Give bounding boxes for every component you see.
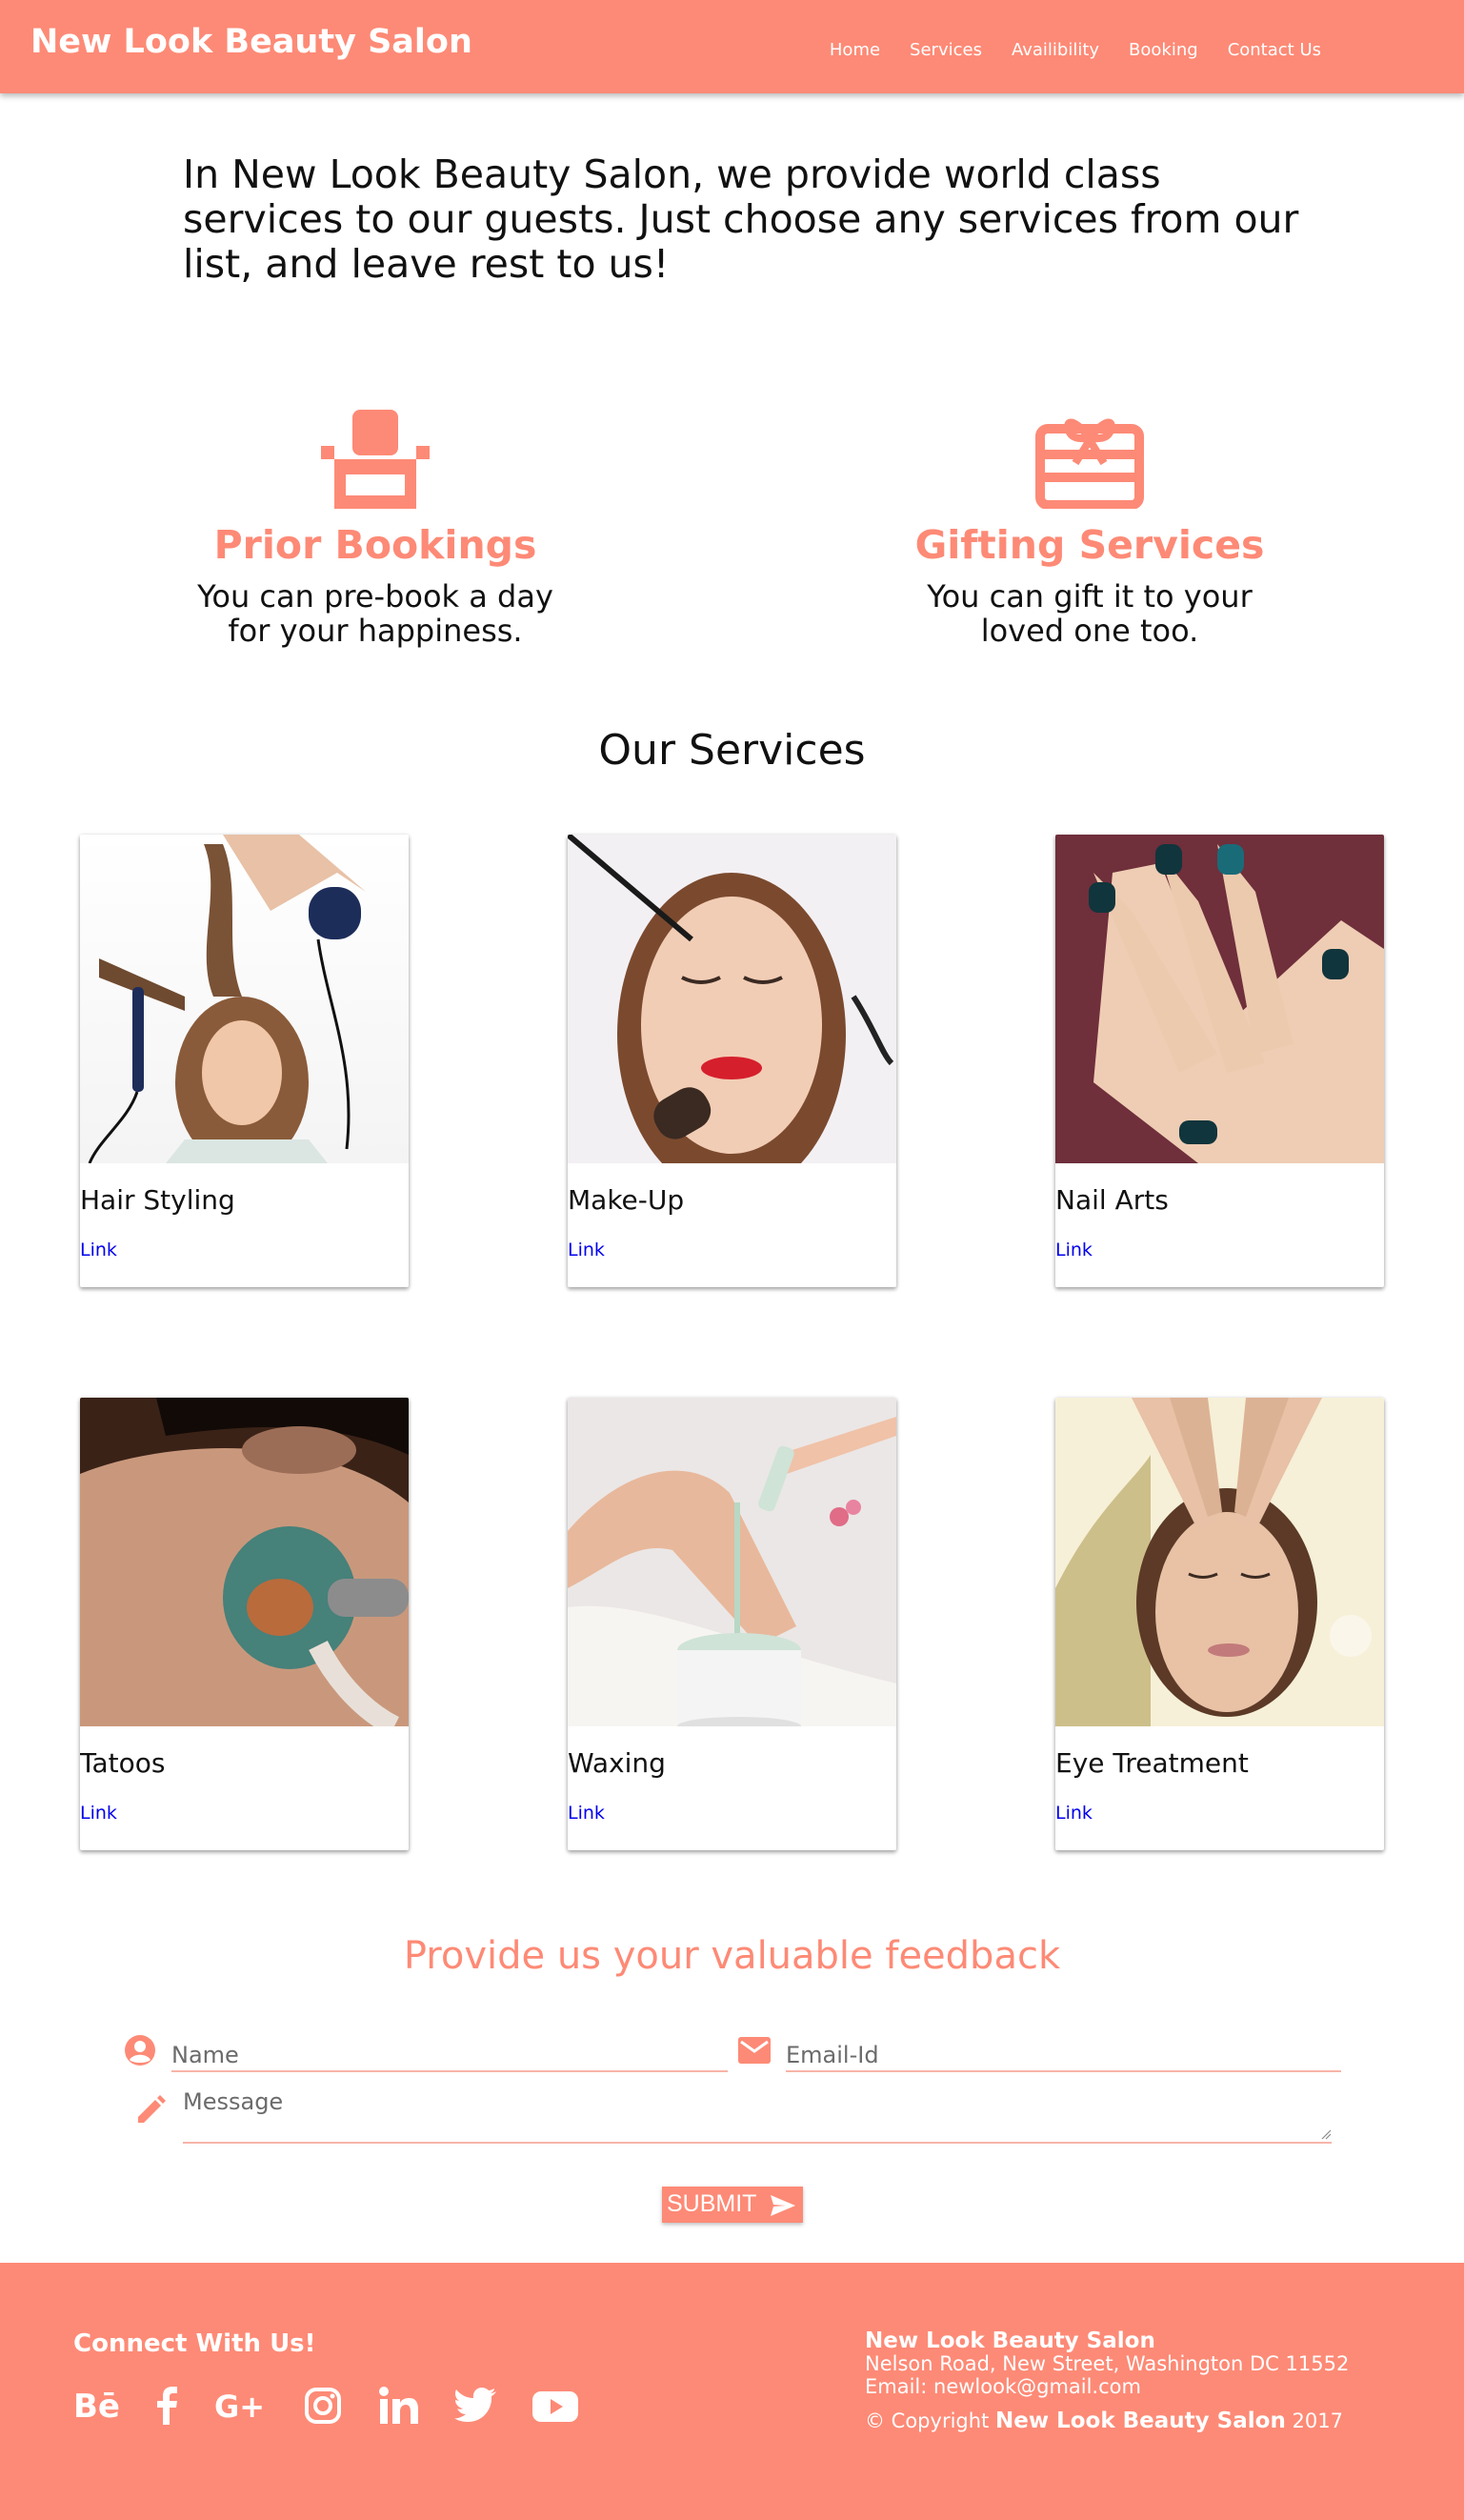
copyright-year: 2017 [1292, 2409, 1343, 2432]
social-links: Bē G+ [73, 2387, 578, 2425]
footer-address: Nelson Road, New Street, Washington DC 1… [865, 2352, 1350, 2375]
hair-styling-image [80, 835, 409, 1163]
nav-availability[interactable]: Availibility [1012, 40, 1099, 60]
twitter-icon[interactable] [454, 2387, 496, 2425]
footer-company-name: New Look Beauty Salon [865, 2328, 1155, 2353]
instagram-icon[interactable] [304, 2387, 342, 2425]
card-link[interactable]: Link [80, 1240, 117, 1260]
feature-prior-bookings: Prior Bookings You can pre-book a day fo… [137, 410, 613, 648]
service-card-tatoos: Tatoos Link [80, 1398, 409, 1850]
pencil-icon [138, 2095, 166, 2123]
copyright-name: New Look Beauty Salon [994, 2409, 1286, 2433]
service-card-make-up: Make-Up Link [568, 835, 896, 1287]
waxing-image [568, 1398, 896, 1726]
nav-home[interactable]: Home [830, 40, 880, 60]
card-link[interactable]: Link [568, 1803, 605, 1824]
eye-treatment-image [1055, 1398, 1384, 1726]
nav-contact[interactable]: Contact Us [1228, 40, 1321, 60]
card-title: Hair Styling [80, 1184, 235, 1216]
navbar: New Look Beauty Salon Home Services Avai… [0, 0, 1464, 93]
svg-text:Bē: Bē [73, 2388, 119, 2425]
intro-text: In New Look Beauty Salon, we provide wor… [183, 151, 1299, 287]
card-link[interactable]: Link [1055, 1240, 1093, 1260]
email-icon [738, 2037, 771, 2064]
youtube-icon[interactable] [532, 2387, 578, 2425]
connect-heading: Connect With Us! [73, 2329, 316, 2358]
services-heading: Our Services [598, 726, 866, 775]
svg-text:G+: G+ [214, 2389, 265, 2425]
service-card-waxing: Waxing Link [568, 1398, 896, 1850]
footer-info: New Look Beauty Salon Nelson Road, New S… [865, 2329, 1349, 2432]
card-link[interactable]: Link [1055, 1803, 1093, 1824]
card-title: Waxing [568, 1747, 666, 1779]
nail-arts-image [1055, 835, 1384, 1163]
make-up-image [568, 835, 896, 1163]
name-field[interactable]: Name [171, 2029, 728, 2072]
feature-text: You can pre-book a day for your happines… [197, 578, 553, 649]
google-plus-icon[interactable]: G+ [214, 2387, 268, 2425]
card-title: Make-Up [568, 1184, 685, 1216]
account-circle-icon [125, 2035, 155, 2066]
footer: Connect With Us! Bē G+ New Look Beauty S… [0, 2263, 1464, 2520]
brand-logo[interactable]: New Look Beauty Salon [30, 23, 472, 61]
nav-services[interactable]: Services [910, 40, 982, 60]
card-title: Tatoos [80, 1747, 166, 1779]
service-card-eye-treatment: Eye Treatment Link [1055, 1398, 1384, 1850]
email-placeholder: Email-Id [786, 2042, 879, 2068]
behance-icon[interactable]: Bē [73, 2387, 119, 2425]
card-title: Eye Treatment [1055, 1747, 1249, 1779]
service-card-hair-styling: Hair Styling Link [80, 835, 409, 1287]
seat-icon [321, 410, 430, 509]
feature-title: Prior Bookings [213, 522, 537, 568]
facebook-icon[interactable] [155, 2387, 178, 2425]
nav-links: Home Services Availibility Booking Conta… [830, 40, 1321, 60]
feature-title: Gifting Services [914, 522, 1265, 568]
resize-handle-icon[interactable] [1320, 2128, 1332, 2140]
copyright-prefix: © Copyright [865, 2409, 990, 2432]
card-link[interactable]: Link [80, 1803, 117, 1824]
submit-label: SUBMIT [667, 2190, 757, 2217]
card-link[interactable]: Link [568, 1240, 605, 1260]
footer-email: Email: newlook@gmail.com [865, 2375, 1141, 2398]
service-card-nail-arts: Nail Arts Link [1055, 835, 1384, 1287]
gift-card-icon [1035, 418, 1144, 509]
message-field[interactable]: Message [183, 2087, 1332, 2144]
card-title: Nail Arts [1055, 1184, 1169, 1216]
nav-booking[interactable]: Booking [1129, 40, 1198, 60]
message-placeholder: Message [183, 2088, 284, 2115]
send-icon [771, 2195, 795, 2216]
name-placeholder: Name [171, 2042, 239, 2068]
email-field[interactable]: Email-Id [786, 2029, 1341, 2072]
tatoos-image [80, 1398, 409, 1726]
submit-button[interactable]: SUBMIT [662, 2187, 803, 2223]
linkedin-icon[interactable] [378, 2387, 418, 2425]
feedback-heading: Provide us your valuable feedback [403, 1934, 1061, 1978]
feature-gifting-services: Gifting Services You can gift it to your… [852, 410, 1328, 648]
copyright: © Copyright New Look Beauty Salon 2017 [865, 2409, 1349, 2432]
feature-text: You can gift it to your loved one too. [927, 578, 1253, 649]
